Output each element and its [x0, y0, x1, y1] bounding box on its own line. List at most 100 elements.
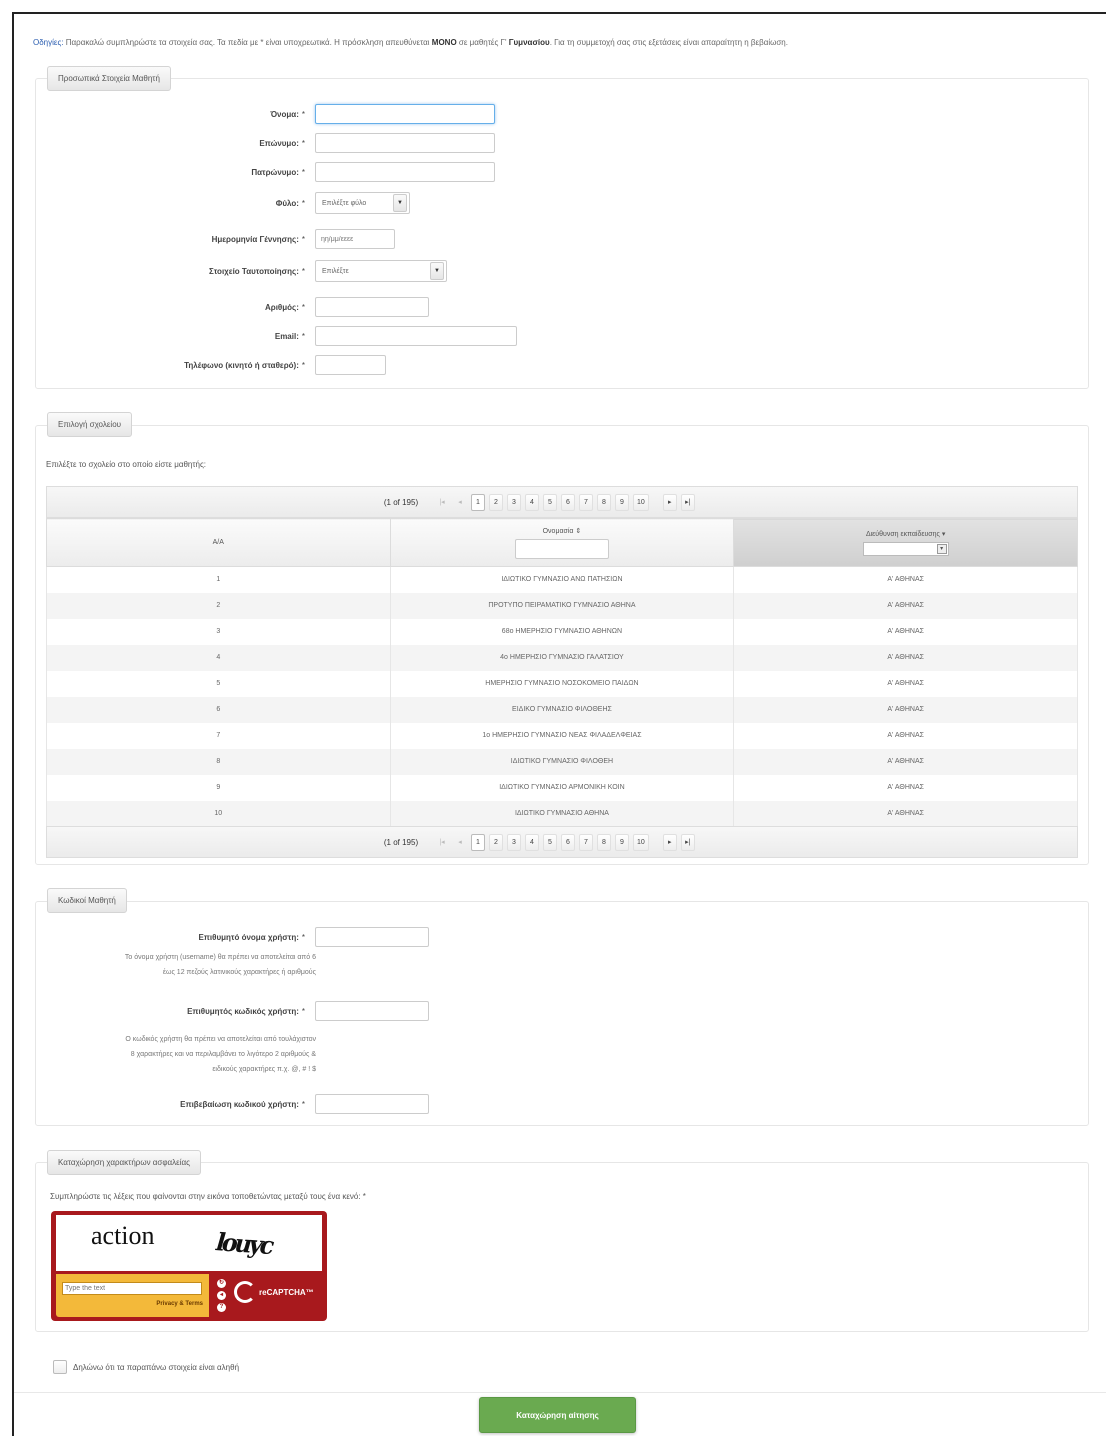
father-name-row: Πατρώνυμο: *	[35, 161, 495, 183]
page-button-9[interactable]: 9	[615, 493, 629, 511]
paginator-bottom: (1 of 195) |◂ ◂ 1 2 3 4 5 6 7 8 9 10 ▸ ▸…	[46, 826, 1078, 858]
table-row[interactable]: 5 ΗΜΕΡΗΣΙΟ ΓΥΜΝΑΣΙΟ ΝΟΣΟΚΟΜΕΙΟ ΠΑΙΔΩΝ Α' Α…	[46, 670, 1078, 697]
page-button-5[interactable]: 5	[543, 833, 557, 851]
captcha-privacy-link[interactable]: Privacy & Terms	[156, 1301, 203, 1307]
credentials-legend: Κωδικοί Μαθητή	[47, 888, 127, 913]
username-input[interactable]	[315, 927, 429, 947]
chevron-down-icon: ▾	[936, 543, 947, 554]
declaration-checkbox[interactable]	[53, 1360, 67, 1374]
recaptcha-icon	[234, 1281, 256, 1303]
cell-school-name: 68ο ΗΜΕΡΗΣΙΟ ΓΥΜΝΑΣΙΟ ΑΘΗΝΩΝ	[389, 618, 735, 645]
next-page-button[interactable]: ▸	[662, 833, 677, 851]
table-row[interactable]: 8 ΙΔΙΩΤΙΚΟ ΓΥΜΝΑΣΙΟ ΦΙΛΟΘΕΗ Α' ΑΘΗΝΑΣ	[46, 748, 1078, 775]
directorate-filter-select[interactable]: ▾	[862, 541, 949, 556]
username-row: Επιθυμητό όνομα χρήστη: *	[35, 926, 429, 948]
password-input[interactable]	[315, 1001, 429, 1021]
first-name-input[interactable]	[315, 104, 495, 124]
cell-school-name: ΗΜΕΡΗΣΙΟ ΓΥΜΝΑΣΙΟ ΝΟΣΟΚΟΜΕΙΟ ΠΑΙΔΩΝ	[389, 670, 735, 697]
page-button-2[interactable]: 2	[489, 493, 503, 511]
page-button-7[interactable]: 7	[579, 833, 593, 851]
instructions-part: . Για τη συμμετοχή σας στις εξετάσεις εί…	[549, 38, 788, 47]
table-row[interactable]: 6 ΕΙΔΙΚΟ ΓΥΜΝΑΣΙΟ ΦΙΛΟΘΕΗΣ Α' ΑΘΗΝΑΣ	[46, 696, 1078, 723]
father-name-input[interactable]	[315, 162, 495, 182]
page-button-4[interactable]: 4	[525, 833, 539, 851]
cell-index: 4	[46, 644, 391, 671]
audio-icon[interactable]: ◂	[217, 1291, 226, 1300]
table-row[interactable]: 3 68ο ΗΜΕΡΗΣΙΟ ΓΥΜΝΑΣΙΟ ΑΘΗΝΩΝ Α' ΑΘΗΝΑΣ	[46, 618, 1078, 645]
page-button-3[interactable]: 3	[507, 493, 521, 511]
dob-input[interactable]	[315, 229, 395, 249]
phone-input[interactable]	[315, 355, 386, 375]
id-type-select[interactable]: Επιλέξτε ▼	[315, 260, 447, 282]
prev-page-button[interactable]: ◂	[453, 494, 467, 511]
dob-label: Ημερομηνία Γέννησης: *	[211, 234, 305, 244]
cell-directorate: Α' ΑΘΗΝΑΣ	[733, 670, 1078, 697]
recaptcha-widget: action louyc Privacy & Terms ↻ ◂ ? reCAP…	[51, 1211, 327, 1321]
page-button-10[interactable]: 10	[633, 493, 649, 511]
phone-label: Τηλέφωνο (κινητό ή σταθερό): *	[184, 360, 305, 370]
table-row[interactable]: 1 ΙΔΙΩΤΙΚΟ ΓΥΜΝΑΣΙΟ ΑΝΩ ΠΑΤΗΣΙΩΝ Α' ΑΘΗΝΑΣ	[46, 566, 1078, 593]
username-help-line: Το όνομα χρήστη (username) θα πρέπει να …	[124, 954, 316, 961]
cell-directorate: Α' ΑΘΗΝΑΣ	[733, 696, 1078, 723]
confirm-password-input[interactable]	[315, 1094, 429, 1114]
table-row[interactable]: 4 4ο ΗΜΕΡΗΣΙΟ ΓΥΜΝΑΣΙΟ ΓΑΛΑΤΣΙΟΥ Α' ΑΘΗΝΑΣ	[46, 644, 1078, 671]
cell-school-name: 1ο ΗΜΕΡΗΣΙΟ ΓΥΜΝΑΣΙΟ ΝΕΑΣ ΦΙΛΑΔΕΛΦΕΙΑΣ	[389, 722, 735, 749]
page-button-7[interactable]: 7	[579, 493, 593, 511]
page-button-9[interactable]: 9	[615, 833, 629, 851]
page-button-1[interactable]: 1	[471, 833, 485, 851]
gender-select[interactable]: Επιλέξτε φύλο ▼	[315, 192, 410, 214]
refresh-icon[interactable]: ↻	[217, 1279, 226, 1288]
column-header-index: Α/Α	[46, 518, 391, 567]
number-label: Αριθμός: *	[264, 302, 305, 312]
instructions-part: Παρακαλώ συμπληρώστε τα στοιχεία σας. Τα…	[63, 38, 432, 47]
last-page-button[interactable]: ▸|	[680, 493, 695, 511]
id-type-label: Στοιχείο Ταυτοποίησης: *	[209, 266, 305, 276]
captcha-controls: ↻ ◂ ?	[217, 1279, 227, 1312]
table-row[interactable]: 7 1ο ΗΜΕΡΗΣΙΟ ΓΥΜΝΑΣΙΟ ΝΕΑΣ ΦΙΛΑΔΕΛΦΕΙΑΣ Α…	[46, 722, 1078, 749]
page-button-3[interactable]: 3	[507, 833, 521, 851]
page-button-1[interactable]: 1	[471, 493, 485, 511]
column-header-directorate[interactable]: Διεύθυνση εκπαίδευσης ▾ ▾	[733, 518, 1078, 567]
gender-row: Φύλο: * Επιλέξτε φύλο ▼	[35, 192, 410, 214]
page-button-6[interactable]: 6	[561, 833, 575, 851]
confirm-password-label: Επιβεβαίωση κωδικού χρήστη: *	[180, 1099, 305, 1109]
page-button-2[interactable]: 2	[489, 833, 503, 851]
instructions-emphasis: ΜΟΝΟ	[431, 38, 457, 47]
chevron-down-icon: ▼	[430, 262, 444, 280]
instructions-text: Οδηγίες: Παρακαλώ συμπληρώστε τα στοιχεί…	[33, 38, 788, 47]
table-row[interactable]: 9 ΙΔΙΩΤΙΚΟ ΓΥΜΝΑΣΙΟ ΑΡΜΟΝΙΚΗ ΚΟΙΝ Α' ΑΘΗΝΑ…	[46, 774, 1078, 801]
first-page-button[interactable]: |◂	[435, 494, 449, 511]
page-button-4[interactable]: 4	[525, 493, 539, 511]
captcha-word-1: action	[91, 1221, 155, 1250]
captcha-input[interactable]	[62, 1282, 202, 1295]
page-button-8[interactable]: 8	[597, 833, 611, 851]
recaptcha-logo: reCAPTCHA™	[234, 1281, 314, 1303]
last-name-input[interactable]	[315, 133, 495, 153]
help-icon[interactable]: ?	[217, 1303, 226, 1312]
username-help: Το όνομα χρήστη (username) θα πρέπει να …	[31, 950, 316, 980]
email-input[interactable]	[315, 326, 517, 346]
page-button-10[interactable]: 10	[633, 833, 649, 851]
personal-legend: Προσωπικά Στοιχεία Μαθητή	[47, 66, 171, 91]
page-button-5[interactable]: 5	[543, 493, 557, 511]
page-button-8[interactable]: 8	[597, 493, 611, 511]
username-help-line: έως 12 πεζούς λατινικούς χαρακτήρες ή αρ…	[162, 969, 316, 976]
name-filter-input[interactable]	[514, 538, 609, 559]
last-page-button[interactable]: ▸|	[680, 833, 695, 851]
prev-page-button[interactable]: ◂	[453, 834, 467, 851]
instructions-label: Οδηγίες:	[33, 38, 64, 47]
page-button-6[interactable]: 6	[561, 493, 575, 511]
number-input[interactable]	[315, 297, 429, 317]
column-header-name[interactable]: Ονομασία ⇕	[389, 518, 735, 567]
captcha-image: action louyc	[56, 1215, 322, 1271]
first-page-button[interactable]: |◂	[435, 834, 449, 851]
cell-directorate: Α' ΑΘΗΝΑΣ	[733, 592, 1078, 619]
table-row[interactable]: 10 ΙΔΙΩΤΙΚΟ ΓΥΜΝΑΣΙΟ ΑΘΗΝΑ Α' ΑΘΗΝΑΣ	[46, 800, 1078, 827]
table-header-row: Α/Α Ονομασία ⇕ Διεύθυνση εκπαίδευσης ▾ ▾	[46, 518, 1078, 567]
next-page-button[interactable]: ▸	[662, 493, 677, 511]
submit-button[interactable]: Καταχώρηση αίτησης	[479, 1397, 636, 1433]
table-row[interactable]: 2 ΠΡΟΤΥΠΟ ΠΕΙΡΑΜΑΤΙΚΟ ΓΥΜΝΑΣΙΟ ΑΘΗΝΑ Α' ΑΘ…	[46, 592, 1078, 619]
cell-school-name: ΕΙΔΙΚΟ ΓΥΜΝΑΣΙΟ ΦΙΛΟΘΕΗΣ	[389, 696, 735, 723]
phone-row: Τηλέφωνο (κινητό ή σταθερό): *	[35, 354, 386, 376]
cell-index: 3	[46, 618, 391, 645]
